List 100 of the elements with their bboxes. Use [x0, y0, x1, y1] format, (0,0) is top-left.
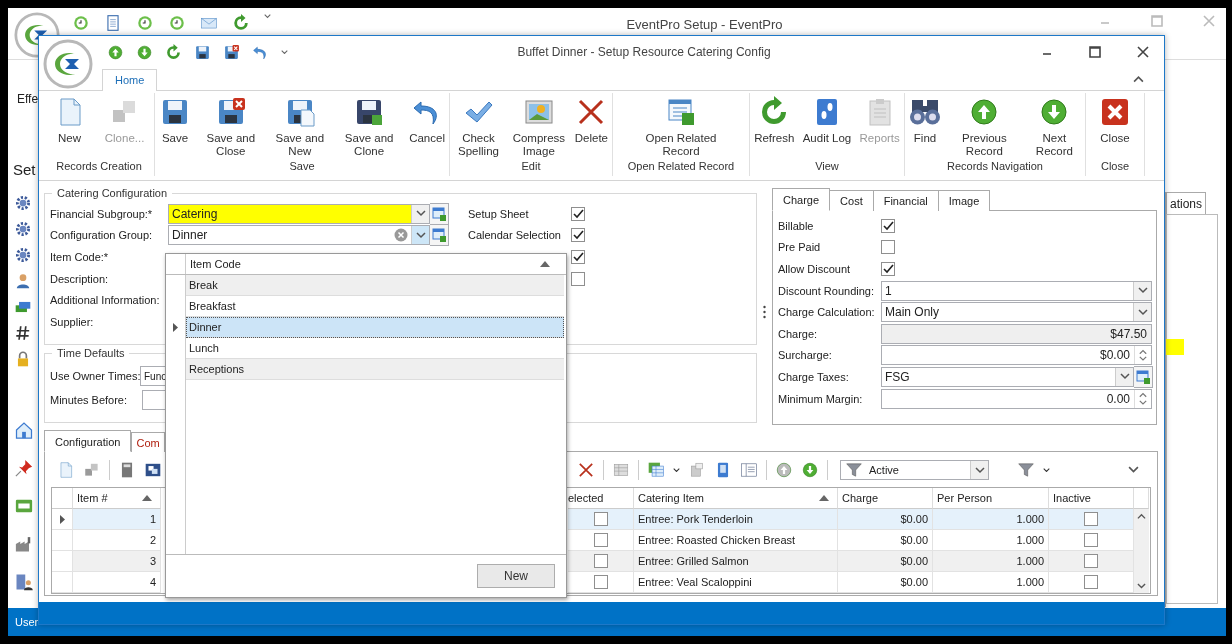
ribbon-button[interactable]: Find — [905, 93, 945, 160]
combo-field[interactable]: Dinner — [168, 225, 430, 246]
checkbox[interactable] — [571, 206, 585, 221]
refresh-icon[interactable] — [232, 14, 250, 32]
cubes-icon[interactable] — [83, 461, 101, 479]
dropdown-icon[interactable] — [415, 231, 426, 239]
column-header[interactable]: Charge — [838, 488, 933, 509]
spin-down-icon[interactable] — [1139, 356, 1147, 362]
dropdown-icon[interactable] — [1137, 308, 1148, 316]
checkbox[interactable] — [881, 262, 895, 276]
ribbon-button[interactable]: Next Record — [1023, 93, 1085, 160]
row-header-cell[interactable] — [52, 551, 73, 572]
spin-down-icon[interactable] — [1139, 399, 1147, 406]
house-icon[interactable] — [14, 420, 34, 440]
checkbox[interactable] — [881, 218, 895, 233]
spin-up-icon[interactable] — [1139, 391, 1147, 398]
tab[interactable]: Charge — [772, 188, 831, 211]
caret-icon[interactable] — [1043, 467, 1050, 473]
combo-field[interactable]: FSG — [881, 366, 1134, 387]
row-header-cell[interactable] — [52, 509, 73, 530]
ribbon-button[interactable]: Close — [1095, 93, 1135, 160]
ribbon-button[interactable]: New — [49, 93, 90, 160]
checkbox[interactable] — [593, 533, 608, 547]
delete-icon[interactable] — [577, 461, 595, 479]
customize-icon[interactable] — [281, 49, 288, 55]
customize-icon[interactable] — [264, 14, 271, 19]
checkbox[interactable] — [1084, 512, 1098, 526]
checkbox[interactable] — [571, 271, 585, 286]
dropdown-icon[interactable] — [1137, 287, 1148, 295]
dropdown-icon[interactable] — [974, 466, 985, 474]
input-field[interactable] — [142, 390, 166, 410]
down-arrow-circle-icon[interactable] — [801, 461, 819, 479]
lookup-button[interactable] — [430, 202, 449, 225]
column-header[interactable]: Per Person — [933, 488, 1049, 509]
checkbox[interactable] — [593, 512, 608, 526]
filter-icon[interactable] — [1017, 461, 1035, 479]
checkbox[interactable] — [1084, 575, 1098, 589]
splitter-handle[interactable] — [763, 305, 766, 319]
combo-field[interactable]: 1 — [881, 280, 1152, 301]
spin-field[interactable]: 0.00 — [881, 388, 1152, 409]
filter-combo[interactable]: Active — [840, 460, 989, 480]
ribbon-button[interactable]: Cancel — [405, 93, 449, 160]
ribbon-tab[interactable]: Home — [102, 69, 158, 91]
spin-field[interactable]: $0.00 — [881, 345, 1152, 366]
undo-arrow-icon[interactable] — [252, 43, 269, 61]
ribbon-button[interactable]: Open Related Record — [634, 93, 728, 160]
checkbox[interactable] — [881, 240, 895, 255]
ribbon-button[interactable]: Delete — [570, 93, 612, 160]
checkbox[interactable] — [593, 554, 608, 568]
column-header[interactable]: Catering Item — [634, 488, 838, 509]
dropdown-icon[interactable] — [1137, 582, 1146, 589]
spin-up-icon[interactable] — [1139, 348, 1147, 355]
gear-icon[interactable] — [14, 246, 32, 264]
tab[interactable]: Com — [131, 432, 165, 452]
refresh-icon[interactable] — [165, 43, 182, 61]
lookup-button[interactable] — [1134, 365, 1153, 388]
ribbon-button[interactable]: Save and New — [266, 93, 334, 160]
dropdown-icon[interactable] — [415, 210, 426, 218]
windows-icon[interactable] — [144, 461, 162, 479]
clock-icon[interactable] — [168, 14, 186, 32]
maximize-icon[interactable] — [1088, 45, 1102, 59]
column-header[interactable]: Item # — [73, 488, 161, 509]
tab[interactable]: ations — [1166, 192, 1206, 214]
clock-icon[interactable] — [72, 14, 90, 32]
close-icon[interactable] — [1136, 45, 1150, 59]
up-arrow-circle-icon[interactable] — [775, 461, 793, 479]
table-icon[interactable] — [647, 461, 665, 479]
up-arrow-circle-icon[interactable] — [107, 43, 124, 61]
combo-field[interactable]: Catering — [168, 203, 430, 224]
ribbon-button[interactable]: Previous Record — [945, 93, 1024, 160]
input-field[interactable]: Func — [140, 366, 166, 386]
floppy-icon[interactable] — [223, 43, 240, 61]
tab[interactable]: Configuration — [44, 430, 132, 452]
column-header[interactable]: Inactive — [1049, 488, 1134, 509]
office-person-icon[interactable] — [14, 572, 34, 592]
row-header-cell[interactable] — [52, 572, 73, 593]
combo-field[interactable]: Main Only — [881, 302, 1152, 323]
caret-icon[interactable] — [673, 467, 680, 473]
checkbox[interactable] — [1084, 554, 1098, 568]
checkbox[interactable] — [593, 575, 608, 589]
tab[interactable]: Cost — [829, 190, 874, 211]
gear-icon[interactable] — [14, 220, 32, 238]
gear-icon[interactable] — [14, 194, 32, 212]
document-icon[interactable] — [104, 14, 122, 32]
list-item[interactable]: Receptions — [186, 359, 564, 380]
expand-icon[interactable] — [1128, 466, 1139, 474]
tab[interactable]: Image — [937, 190, 991, 211]
row-header-cell[interactable] — [52, 530, 73, 551]
list-item[interactable]: Dinner — [186, 317, 564, 338]
tab[interactable]: Financial — [872, 190, 939, 211]
checkbox[interactable] — [571, 250, 585, 264]
ribbon-button[interactable]: Save and Clone — [333, 93, 406, 160]
collapse-ribbon-icon[interactable] — [1133, 75, 1144, 83]
ribbon-button[interactable]: Refresh — [750, 93, 799, 160]
hash-icon[interactable] — [14, 324, 32, 342]
ribbon-button[interactable]: Compress Image — [506, 93, 571, 160]
list-item[interactable]: Break — [186, 275, 564, 296]
ribbon-button[interactable]: Save — [155, 93, 195, 160]
dropdown-icon[interactable] — [1137, 513, 1146, 520]
lookup-button[interactable] — [430, 224, 449, 247]
